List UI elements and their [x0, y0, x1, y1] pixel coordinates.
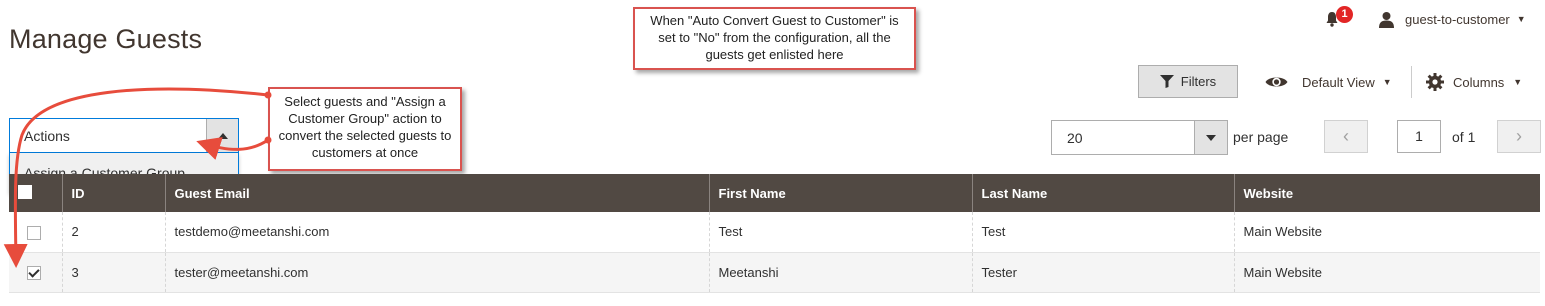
cell-first-name: Test [708, 212, 972, 253]
chevron-up-icon [217, 132, 228, 139]
table-row[interactable]: 3 tester@meetanshi.com Meetanshi Tester … [9, 252, 1540, 293]
previous-page-button[interactable]: ‹ [1324, 120, 1368, 153]
table-row[interactable]: 2 testdemo@meetanshi.com Test Test Main … [9, 212, 1540, 253]
filters-button[interactable]: Filters [1138, 65, 1238, 98]
view-label: Default View [1302, 74, 1375, 90]
cell-last-name: Test [971, 212, 1234, 253]
cell-last-name: Tester [971, 252, 1234, 293]
notification-count-badge: 1 [1336, 6, 1353, 23]
callout-guests-list-note: When "Auto Convert Guest to Customer" is… [633, 7, 916, 70]
columns-label: Columns [1453, 74, 1505, 90]
column-header-website[interactable]: Website [1233, 174, 1540, 212]
user-icon [1379, 11, 1394, 28]
gear-icon [1426, 73, 1444, 91]
per-page-label: per page [1233, 129, 1289, 145]
user-account-menu[interactable]: guest-to-customer ▼ [1378, 8, 1526, 30]
row-checkbox[interactable] [27, 225, 41, 240]
total-pages-label: of 1 [1452, 129, 1476, 145]
grid-header-row: ID Guest Email First Name Last Name Webs… [9, 174, 1540, 212]
row-checkbox-checked[interactable] [27, 265, 41, 280]
select-all-header[interactable] [9, 174, 62, 212]
chevron-down-icon: ▼ [1382, 77, 1392, 87]
columns-button[interactable]: Columns ▼ [1426, 70, 1522, 94]
cell-email: testdemo@meetanshi.com [164, 212, 709, 253]
chevron-down-icon: ▼ [1513, 77, 1523, 87]
eye-icon [1265, 77, 1288, 87]
chevron-right-icon: › [1516, 126, 1522, 146]
user-name: guest-to-customer [1405, 11, 1510, 27]
toolbar-divider [1411, 66, 1412, 98]
row-select-cell[interactable] [9, 252, 62, 293]
cell-website: Main Website [1233, 212, 1540, 253]
select-all-checkbox[interactable] [18, 184, 32, 199]
actions-dropdown[interactable]: Actions [9, 118, 239, 153]
chevron-down-icon [1206, 134, 1216, 141]
cell-id: 3 [61, 252, 165, 293]
per-page-select[interactable]: 20 [1051, 120, 1228, 155]
current-page-input[interactable]: 1 [1397, 120, 1441, 153]
funnel-icon [1159, 75, 1174, 88]
row-select-cell[interactable] [9, 212, 62, 253]
column-header-id[interactable]: ID [61, 174, 165, 212]
callout-assign-group-note: Select guests and "Assign a Customer Gro… [268, 87, 462, 171]
per-page-value: 20 [1067, 130, 1083, 146]
guests-grid: ID Guest Email First Name Last Name Webs… [9, 174, 1540, 293]
actions-label: Actions [24, 128, 70, 144]
page-title: Manage Guests [9, 24, 203, 55]
column-header-last-name[interactable]: Last Name [971, 174, 1234, 212]
cell-first-name: Meetanshi [708, 252, 972, 293]
cell-id: 2 [61, 212, 165, 253]
cell-website: Main Website [1233, 252, 1540, 293]
view-switcher[interactable]: Default View ▼ [1265, 70, 1392, 94]
notifications-button[interactable]: 1 [1320, 6, 1353, 30]
per-page-toggle[interactable] [1194, 121, 1227, 154]
column-header-guest-email[interactable]: Guest Email [164, 174, 709, 212]
chevron-down-icon: ▼ [1516, 14, 1526, 24]
chevron-left-icon: ‹ [1343, 126, 1349, 146]
next-page-button[interactable]: › [1497, 120, 1541, 153]
actions-toggle[interactable] [206, 119, 238, 152]
filters-label: Filters [1180, 74, 1217, 89]
column-header-first-name[interactable]: First Name [708, 174, 972, 212]
cell-email: tester@meetanshi.com [164, 252, 709, 293]
